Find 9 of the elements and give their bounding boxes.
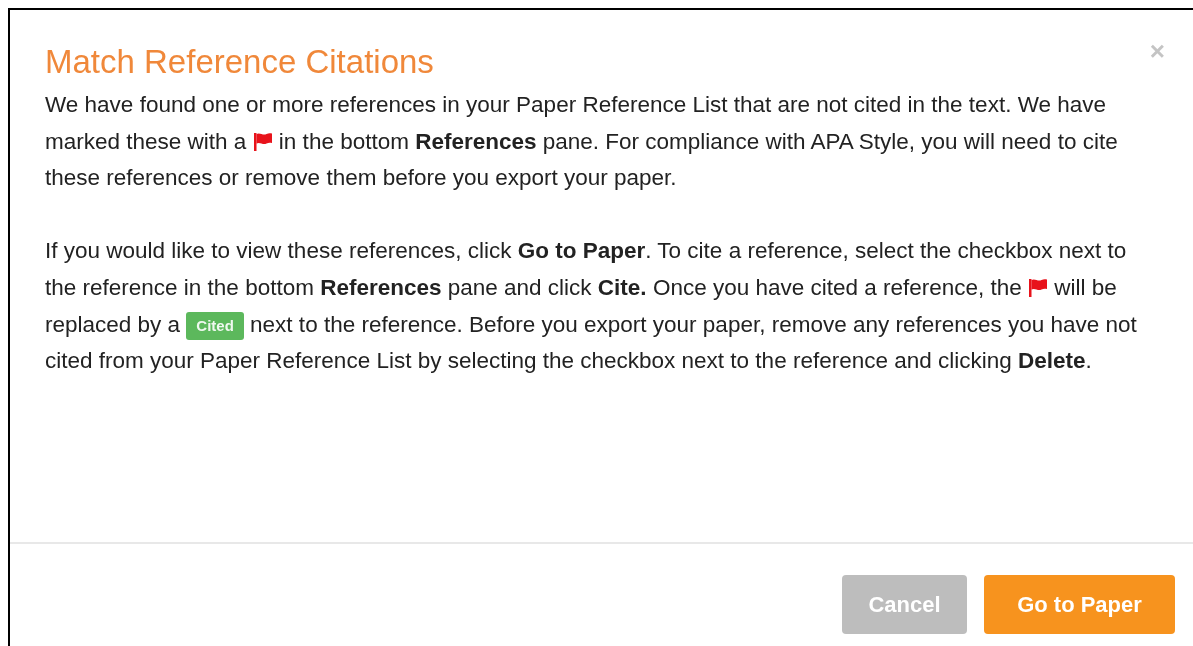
instruction-paragraph: If you would like to view these references, click Go to Paper. To cite a reference, select the checkbox next to the reference in the bottom References pane and click Cite. Once you have cited a reference, the will be replaced by a Cited next to the reference. Before you export your paper, remove any references you have not cited from your Paper Reference List by selecting the checkbox next to the reference and clicking Delete. <box>45 237 1138 376</box>
instruction-paragraph: We have found one or more references in your Paper Reference List that are not cited in the text. We have marked these with a in the bottom References pane. For compliance with APA Style, you will need to cite these references or remove them before you export your paper. <box>45 91 1119 193</box>
close-button[interactable]: × <box>1149 38 1165 64</box>
flag-icon <box>252 131 273 152</box>
go-to-paper-button[interactable]: Go to Paper <box>984 575 1175 634</box>
cancel-button[interactable]: Cancel <box>842 575 967 634</box>
cited-badge: Cited <box>186 311 244 340</box>
dialog-title: Match Reference Citations <box>45 42 434 82</box>
flag-icon <box>1028 277 1049 298</box>
